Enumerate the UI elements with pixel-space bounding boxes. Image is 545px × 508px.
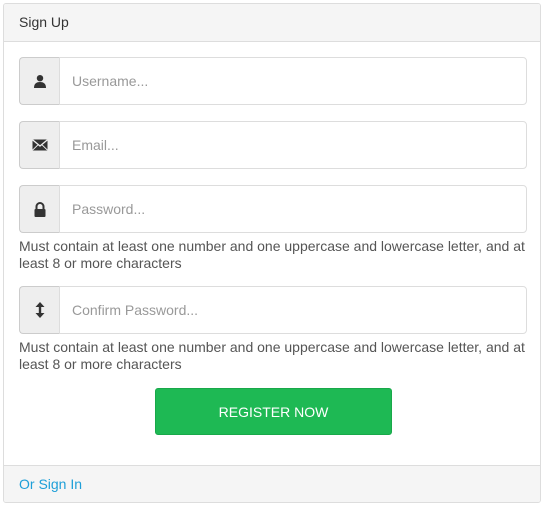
- password-input[interactable]: [59, 185, 527, 233]
- user-icon: [19, 57, 59, 105]
- sign-in-link[interactable]: Or Sign In: [19, 476, 82, 492]
- confirm-password-help-text: Must contain at least one number and one…: [19, 339, 525, 372]
- username-input[interactable]: [59, 57, 527, 105]
- confirm-password-input[interactable]: [59, 286, 527, 334]
- email-input[interactable]: [59, 121, 527, 169]
- password-help-text: Must contain at least one number and one…: [19, 238, 525, 271]
- signup-panel: Sign Up Username... Email... Must contai…: [3, 3, 541, 503]
- email-group: [19, 121, 527, 169]
- panel-title: Sign Up: [4, 4, 540, 42]
- password-group: [19, 185, 527, 233]
- envelope-icon: [19, 121, 59, 169]
- confirm-password-group: [19, 286, 527, 334]
- lock-icon: [19, 185, 59, 233]
- panel-footer: Or Sign In: [4, 465, 540, 502]
- register-button[interactable]: REGISTER NOW: [155, 388, 392, 435]
- username-group: [19, 57, 527, 105]
- vertical-arrows-icon: [19, 286, 59, 334]
